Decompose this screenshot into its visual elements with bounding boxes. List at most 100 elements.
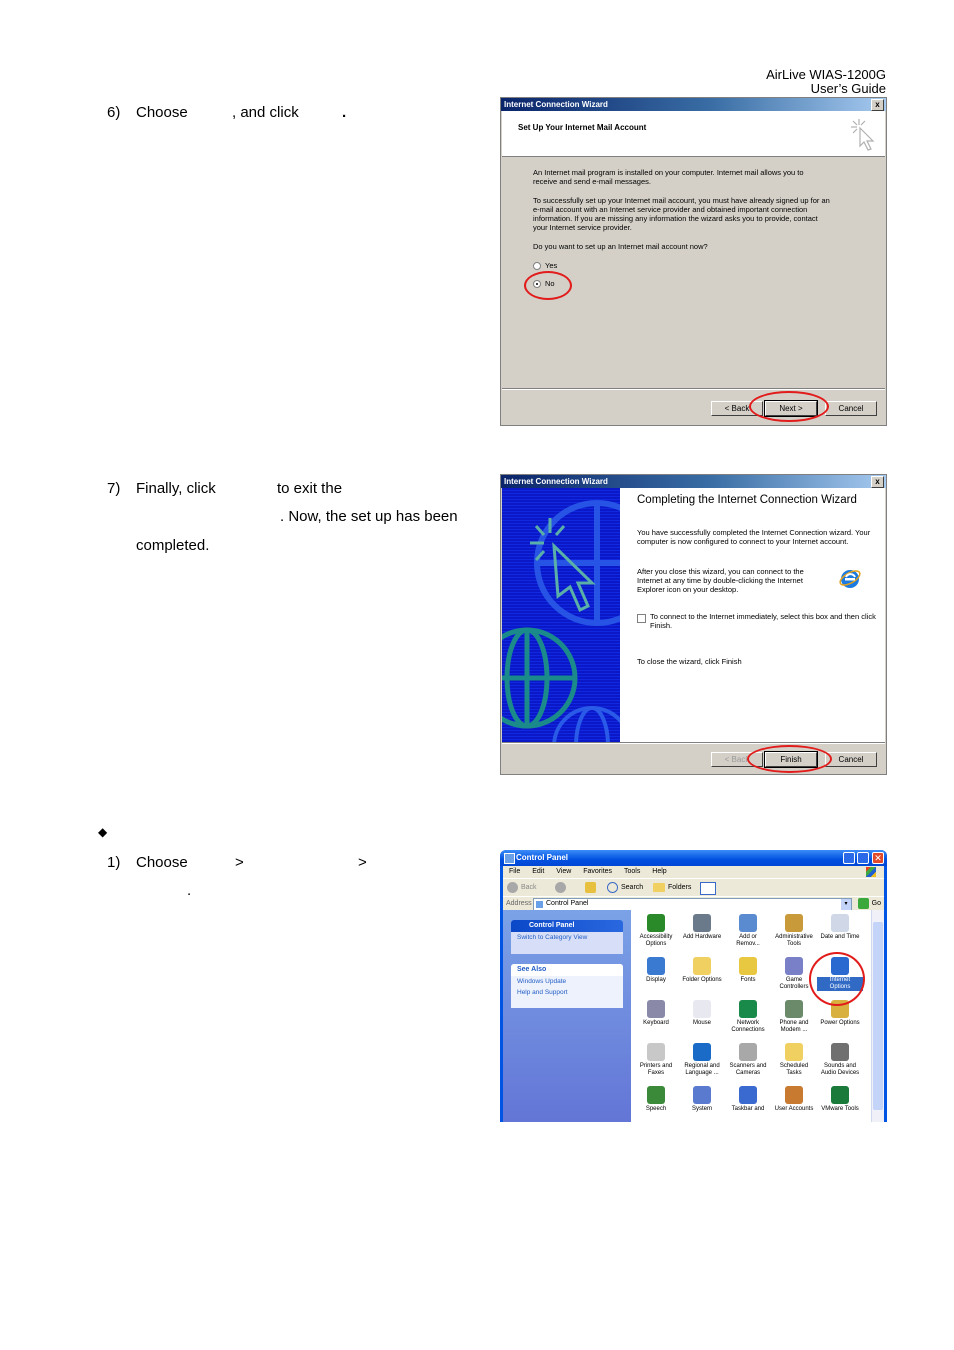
wizard-paragraph-3: To close the wizard, click Finish [637,657,742,666]
control-panel-item[interactable]: Fonts [725,957,771,984]
control-panel-item[interactable]: Sounds and Audio Devices [817,1043,863,1077]
divider [502,388,885,390]
radio-yes[interactable]: Yes [533,261,558,271]
highlight-ring-no [524,271,572,300]
bullet-diamond: ◆ [98,825,108,839]
window-titlebar: Control Panel [500,850,887,866]
menu-tools[interactable]: Tools [624,868,640,875]
radio-yes-circle[interactable] [533,262,541,271]
control-panel-item[interactable]: Taskbar and [725,1086,771,1113]
radio-yes-label: Yes [545,261,558,270]
control-panel-item[interactable]: Network Connections [725,1000,771,1034]
applet-label-line-1: Administrative [775,934,813,940]
applet-icon [739,957,757,975]
applet-label: Display [633,977,679,984]
menu-view[interactable]: View [556,868,571,875]
control-panel-item[interactable]: Display [633,957,679,984]
control-panel-item[interactable]: User Accounts [771,1086,817,1113]
applet-label: Add or Remov... [725,934,771,948]
step-6-text-c: . [342,104,347,121]
windows-update-link[interactable]: Windows Update [511,976,623,987]
back-button-label[interactable]: Back [521,884,537,891]
menu-favorites[interactable]: Favorites [583,868,612,875]
control-panel-item[interactable]: Phone and Modem ... [771,1000,817,1034]
control-panel-item[interactable]: System [679,1086,725,1113]
checkbox-box[interactable] [637,614,646,623]
wizard-heading: Set Up Your Internet Mail Account [518,123,647,132]
maximize-button[interactable] [857,852,869,864]
wizard-paragraph-1: You have successfully completed the Inte… [637,528,871,546]
control-panel-item[interactable]: Add Hardware [679,914,725,941]
applet-label: Scanners and Cameras [725,1063,771,1077]
switch-to-category-view-link[interactable]: Switch to Category View [511,932,623,943]
wizard-cursor-icon [851,119,875,151]
step-7-text-b: to exit the [277,480,343,497]
control-panel-item[interactable]: Keyboard [633,1000,679,1027]
applet-label-line-1: Power Options [820,1020,860,1026]
control-panel-item[interactable]: VMware Tools [817,1086,863,1113]
views-icon[interactable] [700,882,716,895]
control-panel-item[interactable]: Accessibility Options [633,914,679,948]
globe-cursor-icon [502,500,620,742]
applet-label-line-1: Folder Options [682,977,722,983]
control-panel-item[interactable]: Scanners and Cameras [725,1043,771,1077]
connect-now-checkbox[interactable]: To connect to the Internet immediately, … [637,612,877,630]
cancel-button[interactable]: Cancel [825,752,877,767]
control-panel-item[interactable]: Scheduled Tasks [771,1043,817,1077]
forward-arrow-icon[interactable] [555,882,566,893]
pane-header[interactable]: See Also [511,964,623,976]
control-panel-item[interactable]: Administrative Tools [771,914,817,948]
control-panel-item[interactable]: Printers and Faxes [633,1043,679,1077]
wizard-header-banner: Set Up Your Internet Mail Account [502,111,885,157]
folders-icon[interactable] [653,883,665,892]
help-and-support-link[interactable]: Help and Support [511,987,623,998]
applet-icon [739,1086,757,1104]
control-panel-item[interactable]: Add or Remov... [725,914,771,948]
applet-icon [739,914,757,932]
go-button-label[interactable]: Go [872,900,881,907]
dialog-titlebar: Internet Connection Wizard [501,475,886,488]
search-icon[interactable] [607,882,618,893]
close-icon[interactable]: x [871,476,884,488]
control-panel-item[interactable]: Regional and Language ... [679,1043,725,1077]
wizard-paragraph-2: After you close this wizard, you can con… [637,567,804,594]
applet-icon [785,1086,803,1104]
close-icon[interactable]: x [871,99,884,111]
address-value: Control Panel [546,900,589,907]
control-panel-item[interactable]: Date and Time [817,914,863,941]
address-dropdown-chevron-icon[interactable]: ▾ [841,899,851,910]
applet-icon [785,914,803,932]
menu-help[interactable]: Help [652,868,666,875]
step-7-number: 7) [107,480,121,497]
step-1-text-a: Choose [136,854,188,871]
applet-label: Date and Time [817,934,863,941]
applet-icon [647,1086,665,1104]
control-panel-item[interactable]: Speech [633,1086,679,1113]
pane-control-panel: Control Panel Switch to Category View [511,920,623,954]
up-folder-icon[interactable] [585,882,596,893]
scroll-thumb[interactable] [873,922,883,1110]
step-6-text-a: Choose [136,104,188,121]
applet-icon [831,914,849,932]
divider [502,742,885,744]
minimize-button[interactable] [843,852,855,864]
menu-edit[interactable]: Edit [532,868,544,875]
vertical-scrollbar[interactable] [871,910,884,1122]
pane-header[interactable]: Control Panel [511,920,623,932]
menu-file[interactable]: File [509,868,520,875]
search-button-label[interactable]: Search [621,884,643,891]
applet-label-line-1: Keyboard [643,1020,669,1026]
back-arrow-icon[interactable] [507,882,518,893]
applet-label: Folder Options [679,977,725,984]
applet-label: Regional and Language ... [679,1063,725,1077]
control-panel-item[interactable]: Mouse [679,1000,725,1027]
applet-label-line-2: Tools [786,941,801,947]
folders-button-label[interactable]: Folders [668,884,691,891]
applet-icon [693,914,711,932]
applet-label-line-1: Fonts [740,977,756,983]
applet-label-line-1: Scanners and [729,1063,767,1069]
cancel-button[interactable]: Cancel [825,401,877,416]
close-button[interactable]: ✕ [872,852,884,864]
control-panel-item[interactable]: Folder Options [679,957,725,984]
go-arrow-icon[interactable] [858,898,869,909]
